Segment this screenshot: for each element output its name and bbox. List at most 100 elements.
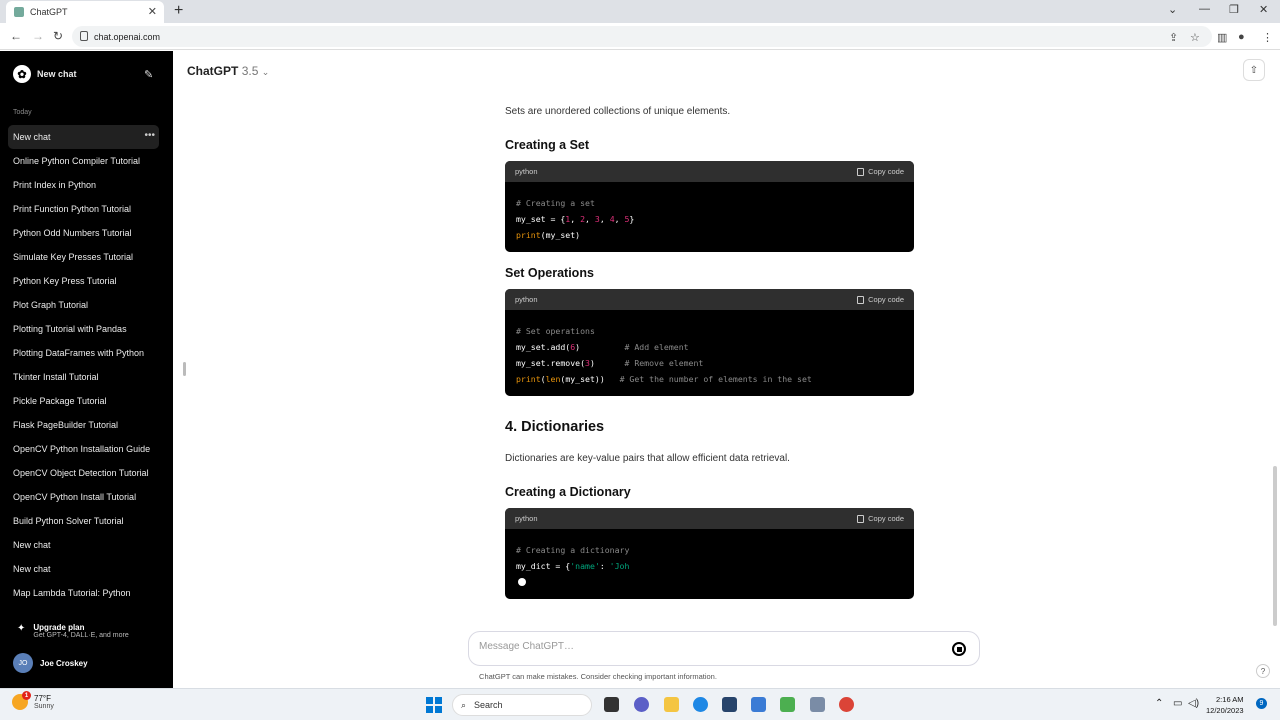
close-tab-icon[interactable]: ✕ <box>148 5 157 18</box>
copy-code-button[interactable]: Copy code <box>857 514 904 523</box>
profile-icon[interactable]: ● <box>1238 31 1245 43</box>
lock-icon <box>80 31 88 41</box>
chat-item[interactable]: Simulate Key Presses Tutorial <box>8 245 159 269</box>
edge-browser-icon[interactable] <box>693 697 708 712</box>
code-content: # Creating a set my_set = {1, 2, 3, 4, 5… <box>505 182 914 243</box>
model-selector[interactable]: ChatGPT 3.5 ⌄ <box>187 64 269 78</box>
code-token: my_dict = { <box>516 561 571 571</box>
volume-icon[interactable]: ◁) <box>1188 698 1199 709</box>
code-block-set-operations: python Copy code # Set operations my_set… <box>505 289 914 396</box>
chat-item[interactable]: Plot Graph Tutorial <box>8 293 159 317</box>
chevron-down-icon: ⌄ <box>261 67 270 77</box>
chat-item[interactable]: Print Function Python Tutorial <box>8 197 159 221</box>
chat-item[interactable]: New chat ••• <box>8 125 159 149</box>
user-menu[interactable]: JO Joe Croskey <box>13 653 88 673</box>
maximize-icon[interactable]: ❐ <box>1229 3 1239 16</box>
chat-item[interactable]: OpenCV Python Installation Guide <box>8 437 159 461</box>
code-comment: # Get the number of elements in the set <box>619 374 812 384</box>
chat-item[interactable]: New chat <box>8 533 159 557</box>
chat-item[interactable]: Pickle Package Tutorial <box>8 389 159 413</box>
app-icon[interactable] <box>810 697 825 712</box>
chat-item[interactable]: Plotting DataFrames with Python <box>8 341 159 365</box>
code-string: 'name' <box>570 561 600 571</box>
back-arrow-icon[interactable]: ← <box>10 29 22 43</box>
share-chat-button[interactable]: ⇧ <box>1243 59 1265 81</box>
scrollbar[interactable] <box>1273 466 1277 626</box>
minimize-icon[interactable]: — <box>1199 3 1210 15</box>
clock-date: 12/20/2023 <box>1206 706 1244 715</box>
model-version: 3.5 <box>241 64 259 78</box>
notification-badge[interactable]: 9 <box>1256 698 1267 709</box>
sidebar: ✿ New chat ✎ Today New chat ••• Online Py… <box>0 51 173 688</box>
system-clock[interactable]: 2:16 AM 12/20/2023 <box>1206 694 1244 716</box>
chat-item[interactable]: New chat <box>8 557 159 581</box>
side-panel-icon[interactable]: ▥ <box>1217 31 1227 44</box>
avatar: JO <box>13 653 33 673</box>
new-tab-icon[interactable]: + <box>174 2 183 20</box>
sidebar-collapse-handle[interactable] <box>183 362 186 376</box>
upgrade-plan-button[interactable]: ✦ Upgrade plan Get GPT-4, DALL·E, and mo… <box>17 623 129 639</box>
copy-code-label: Copy code <box>868 514 904 523</box>
chat-item[interactable]: Plotting Tutorial with Pandas <box>8 317 159 341</box>
code-token: , <box>614 214 625 224</box>
stop-generating-button[interactable] <box>952 642 966 656</box>
task-view-icon[interactable] <box>604 697 619 712</box>
chat-item[interactable]: Tkinter Install Tutorial <box>8 365 159 389</box>
chat-item[interactable]: Python Odd Numbers Tutorial <box>8 221 159 245</box>
forward-arrow-icon[interactable]: → <box>32 29 44 43</box>
chat-item[interactable]: Python Key Press Tutorial <box>8 269 159 293</box>
tab-search-icon[interactable]: ⌄ <box>1168 3 1177 16</box>
chatgpt-favicon-icon <box>14 7 24 17</box>
chat-item[interactable]: Map Lambda Tutorial: Python <box>8 581 159 605</box>
tab-chatgpt[interactable]: ChatGPT ✕ <box>6 1 164 23</box>
more-options-icon[interactable]: ••• <box>144 130 155 141</box>
bookmark-star-icon[interactable]: ☆ <box>1190 31 1200 44</box>
help-button[interactable]: ? <box>1256 664 1270 678</box>
stop-icon <box>956 646 962 652</box>
chat-item[interactable]: Print Index in Python <box>8 173 159 197</box>
code-content: # Set operations my_set.add(6) # Add ele… <box>505 310 914 387</box>
copy-code-button[interactable]: Copy code <box>857 167 904 176</box>
upload-icon: ⇧ <box>1249 64 1259 76</box>
store-icon[interactable] <box>722 697 737 712</box>
close-window-icon[interactable]: ✕ <box>1259 3 1268 16</box>
code-token: , <box>570 214 581 224</box>
share-page-icon[interactable]: ⇪ <box>1169 31 1178 44</box>
app-icon[interactable] <box>780 697 795 712</box>
search-icon: ⌕ <box>461 699 467 710</box>
file-explorer-icon[interactable] <box>664 697 679 712</box>
code-language: python <box>515 514 538 523</box>
chat-item[interactable]: Flask PageBuilder Tutorial <box>8 413 159 437</box>
code-string: 'Joh <box>609 561 630 571</box>
upgrade-subtitle: Get GPT-4, DALL·E, and more <box>33 632 129 639</box>
code-content: # Creating a dictionary my_dict = {'name… <box>505 529 914 591</box>
chat-app-icon[interactable] <box>634 697 649 712</box>
chat-item[interactable]: OpenCV Python Install Tutorial <box>8 485 159 509</box>
copy-code-label: Copy code <box>868 167 904 176</box>
mail-icon[interactable] <box>751 697 766 712</box>
message-input[interactable] <box>479 641 919 652</box>
dictionaries-paragraph: Dictionaries are key-value pairs that al… <box>505 453 790 464</box>
url-field[interactable]: chat.openai.com <box>72 26 1212 47</box>
taskbar-search[interactable]: ⌕ Search <box>452 694 592 716</box>
weather-widget[interactable]: 1 77°F Sunny <box>12 691 54 710</box>
compose-icon[interactable]: ✎ <box>144 68 153 81</box>
new-chat-label: New chat <box>37 69 77 79</box>
chat-item[interactable]: Online Python Compiler Tutorial <box>8 149 159 173</box>
chat-item[interactable]: OpenCV Object Detection Tutorial <box>8 461 159 485</box>
network-icon[interactable]: ▭ <box>1173 698 1182 709</box>
chevron-up-icon[interactable]: ⌃ <box>1155 698 1163 709</box>
code-header: python Copy code <box>505 508 914 529</box>
chrome-icon[interactable] <box>839 697 854 712</box>
new-chat-button[interactable]: ✿ New chat <box>13 65 77 83</box>
windows-start-icon[interactable] <box>426 697 442 713</box>
reload-icon[interactable]: ↻ <box>53 29 63 43</box>
message-composer <box>468 631 980 666</box>
copy-code-button[interactable]: Copy code <box>857 295 904 304</box>
section-label-today: Today <box>13 109 32 116</box>
chat-item-label: New chat <box>13 132 51 142</box>
code-token: my_set.add( <box>516 342 571 352</box>
chat-item[interactable]: Build Python Solver Tutorial <box>8 509 159 533</box>
code-comment: # Add element <box>624 342 689 352</box>
browser-menu-icon[interactable]: ⋮ <box>1262 31 1273 44</box>
